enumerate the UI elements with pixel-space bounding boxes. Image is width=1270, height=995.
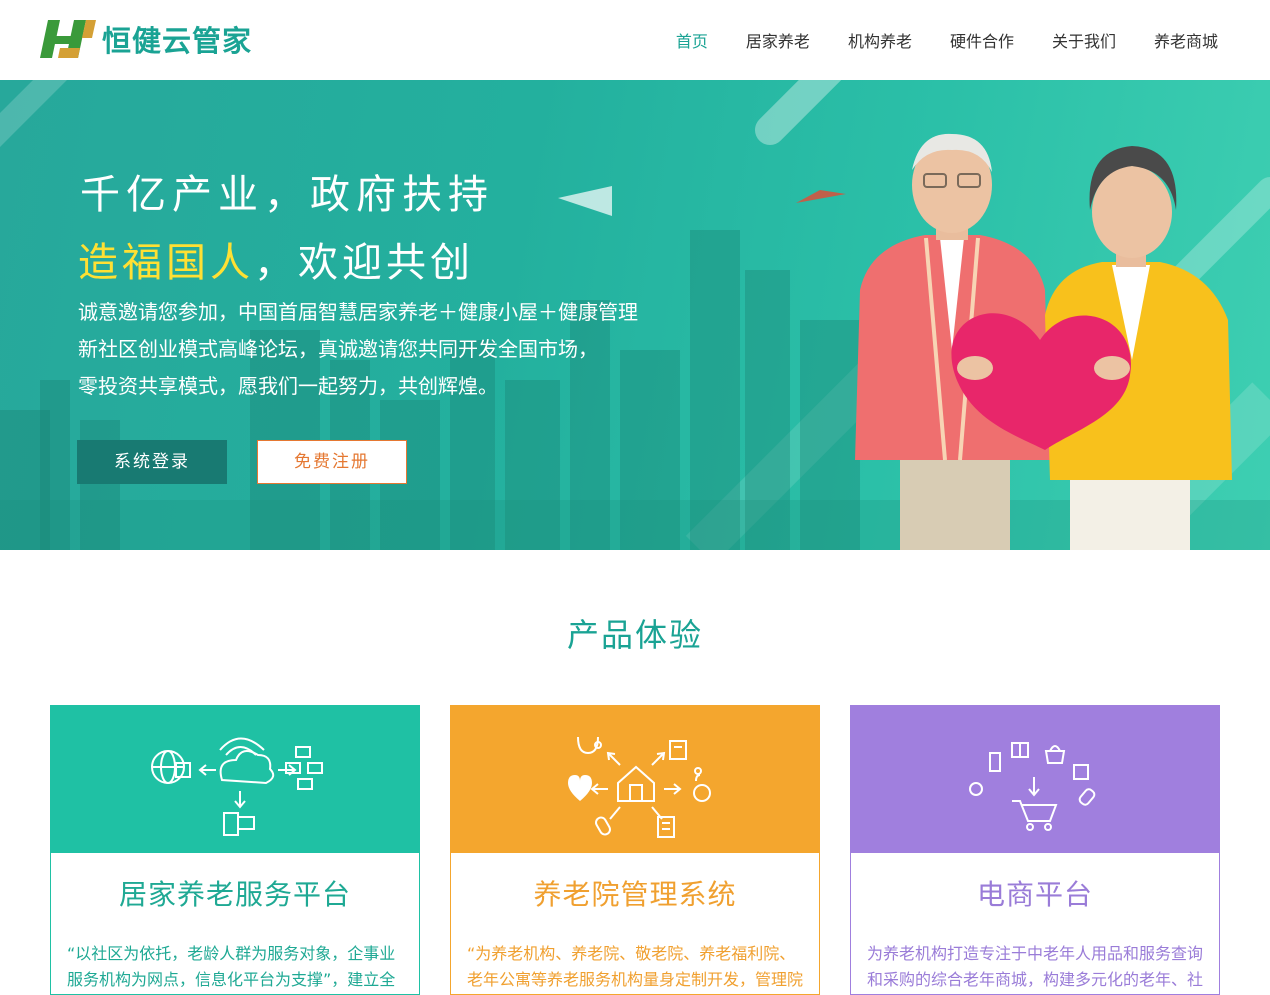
nav-item-mall[interactable]: 养老商城: [1154, 28, 1218, 52]
brand-logo-icon: [40, 20, 96, 58]
network-diagram-icon: [151, 737, 323, 836]
product-card-header: [450, 705, 820, 853]
products-section-title: 产品体验: [566, 616, 703, 654]
product-card-title: 电商平台: [976, 878, 1093, 911]
hero-subheadline: 造福国人，欢迎共创: [78, 230, 474, 288]
product-card-body: 养老院管理系统 “为养老机构、养老院、敬老院、养老福利院、老年公寓等养老服务机构…: [450, 853, 820, 995]
nav-item-home[interactable]: 首页: [676, 28, 708, 52]
hero-headline: 千亿产业，政府扶持: [80, 172, 494, 218]
site-header: 恒健云管家 首页 居家养老 机构养老 硬件合作 关于我们 养老商城: [0, 0, 1270, 80]
nursing-home-icon: [568, 736, 711, 838]
product-card-title: 养老院管理系统: [533, 878, 737, 911]
brand-logo[interactable]: 恒健云管家: [40, 18, 252, 60]
nav-item-about[interactable]: 关于我们: [1052, 28, 1116, 52]
product-card-desc: “以社区为依托，老龄人群为服务对象，企事业服务机构为网点，信息化平台为支撑”，建…: [67, 944, 396, 989]
product-card-desc: 为养老机构打造专注于中老年人用品和服务查询和采购的综合老年商城，构建多元化的老年…: [867, 944, 1204, 989]
nav-item-home-care[interactable]: 居家养老: [746, 28, 810, 52]
hero-desc-line: 诚意邀请您参加，中国首届智慧居家养老＋健康小屋＋健康管理: [78, 300, 638, 324]
hero-subheadline-rest: ，欢迎共创: [254, 240, 474, 286]
product-card-ecommerce[interactable]: 电商平台 为养老机构打造专注于中老年人用品和服务查询和采购的综合老年商城，构建多…: [850, 705, 1220, 995]
hero-description: 诚意邀请您参加，中国首届智慧居家养老＋健康小屋＋健康管理 新社区创业模式高峰论坛…: [78, 294, 698, 405]
product-card-nursing-home[interactable]: 养老院管理系统 “为养老机构、养老院、敬老院、养老福利院、老年公寓等养老服务机构…: [450, 705, 820, 995]
hero-banner: 千亿产业，政府扶持 造福国人，欢迎共创 诚意邀请您参加，中国首届智慧居家养老＋健…: [0, 80, 1270, 550]
shopping-cart-icon: [969, 742, 1096, 831]
elderly-couple-illustration: [855, 133, 1232, 550]
brand-name: 恒健云管家: [102, 24, 253, 58]
product-card-header: [50, 705, 420, 853]
product-card-title: 居家养老服务平台: [118, 878, 351, 911]
nav-item-hardware[interactable]: 硬件合作: [950, 28, 1014, 52]
nav-item-institution-care[interactable]: 机构养老: [848, 28, 912, 52]
main-nav: 首页 居家养老 机构养老 硬件合作 关于我们 养老商城: [638, 0, 1218, 80]
product-card-body: 居家养老服务平台 “以社区为依托，老龄人群为服务对象，企事业服务机构为网点，信息…: [50, 853, 420, 995]
product-card-desc: “为养老机构、养老院、敬老院、养老福利院、老年公寓等养老服务机构量身定制开发，管…: [467, 944, 804, 989]
register-button[interactable]: 免费注册: [257, 440, 407, 484]
product-card-header: [850, 705, 1220, 853]
hero-desc-line: 零投资共享模式，愿我们一起努力，共创辉煌。: [78, 374, 498, 398]
login-button[interactable]: 系统登录: [77, 440, 227, 484]
product-card-home-care[interactable]: 居家养老服务平台 “以社区为依托，老龄人群为服务对象，企事业服务机构为网点，信息…: [50, 705, 420, 995]
product-card-body: 电商平台 为养老机构打造专注于中老年人用品和服务查询和采购的综合老年商城，构建多…: [850, 853, 1220, 995]
hero-subheadline-highlight: 造福国人: [78, 240, 254, 286]
hero-desc-line: 新社区创业模式高峰论坛，真诚邀请您共同开发全国市场，: [78, 337, 598, 361]
